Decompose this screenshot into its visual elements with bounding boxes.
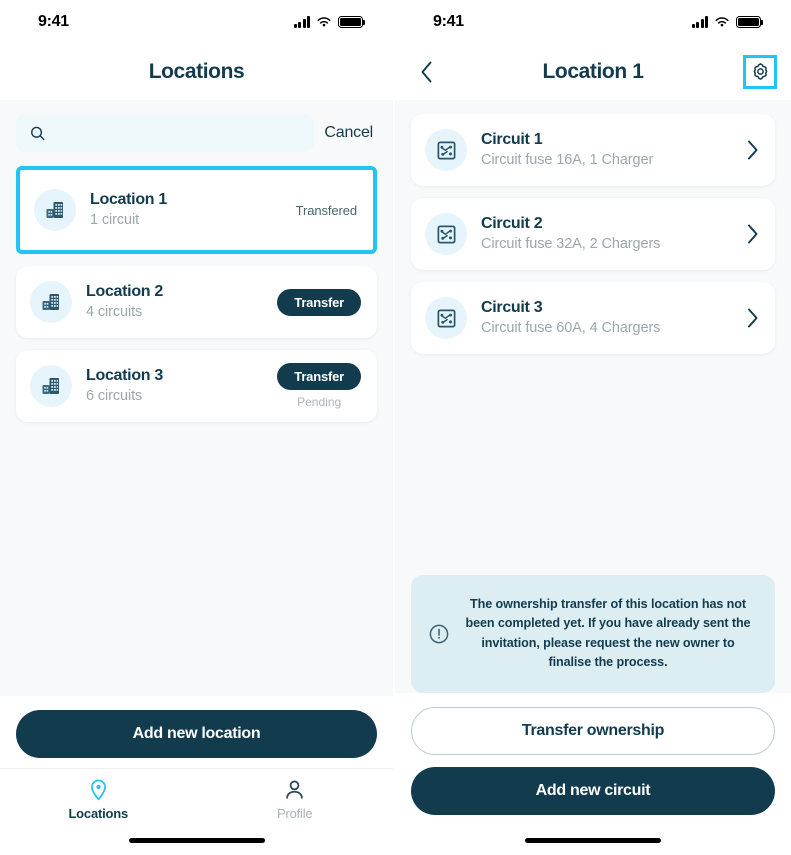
list-item-text: Location 3 6 circuits [86, 366, 267, 406]
page-title: Locations [148, 60, 245, 83]
cancel-button[interactable]: Cancel [324, 124, 377, 142]
circuit-subtitle: Circuit fuse 16A, 1 Charger [481, 152, 654, 169]
location-row-highlight: Location 1 1 circuit Transfered [16, 166, 377, 254]
search-row: Cancel [16, 114, 377, 152]
ownership-transfer-banner: The ownership transfer of this location … [411, 574, 775, 693]
status-indicators [293, 16, 366, 28]
list-item[interactable]: Circuit 2 Circuit fuse 32A, 2 Chargers [411, 198, 775, 270]
location-detail-screen: 9:41 Location 1 Circuit 1 Circuit fuse 1… [395, 0, 791, 855]
home-indicator[interactable] [128, 837, 265, 843]
location-subtitle: 1 circuit [90, 212, 140, 229]
dual-phone-screenshot: 9:41 Locations Cancel Location 1 1 circu… [0, 0, 791, 855]
location-name: Location 2 [86, 283, 164, 301]
location-status: Transfered [296, 203, 357, 218]
search-field[interactable] [16, 114, 315, 152]
status-bar-right: 9:41 [395, 0, 791, 44]
locations-spacer [0, 565, 393, 696]
status-indicators [691, 16, 764, 28]
detail-navbar: Location 1 [395, 44, 791, 100]
page-title: Location 1 [542, 60, 644, 83]
cellular-signal-icon [691, 16, 708, 28]
person-icon [286, 780, 304, 799]
add-new-circuit-button[interactable]: Add new circuit [411, 767, 775, 815]
transfer-ownership-button[interactable]: Transfer ownership [411, 707, 775, 755]
map-pin-icon [90, 779, 106, 801]
list-item-text: Circuit 1 Circuit fuse 16A, 1 Charger [481, 130, 739, 170]
locations-action-area: Add new location [0, 696, 393, 768]
transfer-button[interactable]: Transfer [277, 288, 361, 316]
home-indicator[interactable] [525, 837, 661, 843]
building-icon [30, 281, 72, 323]
circuit-icon [425, 213, 467, 255]
circuit-subtitle: Circuit fuse 60A, 4 Chargers [481, 320, 661, 337]
list-item[interactable]: Circuit 3 Circuit fuse 60A, 4 Chargers [411, 282, 775, 354]
building-icon [30, 365, 72, 407]
search-icon [31, 126, 45, 140]
status-bar-left: 9:41 [0, 0, 393, 44]
circuit-name: Circuit 2 [481, 215, 543, 233]
tab-profile[interactable]: Profile [197, 779, 394, 821]
list-item-text: Circuit 3 Circuit fuse 60A, 4 Chargers [481, 298, 739, 338]
list-item-text: Circuit 2 Circuit fuse 32A, 2 Chargers [481, 214, 739, 254]
home-indicator-area-left [0, 825, 393, 855]
wifi-icon [715, 17, 729, 27]
locations-navbar: Locations [0, 44, 393, 100]
chevron-left-icon [421, 61, 431, 83]
transfer-pending-label: Pending [297, 395, 342, 409]
chevron-right-icon [747, 308, 759, 328]
home-indicator-area-right [395, 825, 791, 855]
bottom-tab-bar: Locations Profile [0, 768, 393, 825]
detail-spacer [395, 470, 791, 574]
location-name: Location 3 [86, 367, 164, 385]
list-item-text: Location 1 1 circuit [90, 190, 286, 230]
chevron-right-icon [747, 224, 759, 244]
cellular-signal-icon [293, 16, 310, 28]
chevron-right-icon [747, 140, 759, 160]
add-new-location-button[interactable]: Add new location [16, 710, 377, 758]
list-item[interactable]: Location 1 1 circuit Transfered [20, 170, 373, 250]
list-item-text: Location 2 4 circuits [86, 282, 267, 322]
location-subtitle: 6 circuits [86, 388, 143, 405]
location-action: Transfer [277, 288, 361, 316]
status-badge: Transfered [295, 202, 357, 218]
circuit-name: Circuit 1 [481, 131, 543, 149]
transfer-button[interactable]: Transfer [277, 363, 361, 390]
location-action: Transfer Pending [277, 363, 361, 409]
list-item[interactable]: Location 3 6 circuits Transfer Pending [16, 350, 377, 422]
locations-scroll[interactable]: Cancel Location 1 1 circuit Transfered L… [0, 100, 393, 565]
settings-button[interactable] [743, 55, 777, 89]
tab-locations[interactable]: Locations [0, 779, 197, 821]
back-button[interactable] [413, 59, 439, 85]
list-item[interactable]: Location 2 4 circuits Transfer [16, 266, 377, 338]
location-name: Location 1 [90, 191, 168, 209]
circuit-icon [425, 297, 467, 339]
locations-content: Cancel Location 1 1 circuit Transfered L… [0, 100, 393, 855]
status-time: 9:41 [38, 13, 69, 30]
building-icon [34, 189, 76, 231]
battery-full-icon [338, 16, 366, 28]
circuit-icon [425, 129, 467, 171]
locations-screen: 9:41 Locations Cancel Location 1 1 circu… [0, 0, 395, 855]
status-time: 9:41 [433, 13, 464, 30]
exclamation-circle-icon [427, 623, 451, 645]
circuits-scroll[interactable]: Circuit 1 Circuit fuse 16A, 1 Charger Ci… [395, 100, 791, 470]
tab-profile-label: Profile [277, 806, 313, 821]
banner-text: The ownership transfer of this location … [465, 596, 751, 670]
wifi-icon [317, 17, 331, 27]
battery-full-icon [736, 16, 764, 28]
location-subtitle: 4 circuits [86, 304, 143, 321]
circuit-name: Circuit 3 [481, 299, 543, 317]
detail-action-area: Transfer ownership Add new circuit [395, 693, 791, 825]
search-input[interactable] [53, 124, 301, 142]
gear-icon [753, 62, 767, 80]
detail-content: Circuit 1 Circuit fuse 16A, 1 Charger Ci… [395, 100, 791, 855]
list-item[interactable]: Circuit 1 Circuit fuse 16A, 1 Charger [411, 114, 775, 186]
tab-locations-label: Locations [68, 806, 129, 821]
circuit-subtitle: Circuit fuse 32A, 2 Chargers [481, 236, 661, 253]
